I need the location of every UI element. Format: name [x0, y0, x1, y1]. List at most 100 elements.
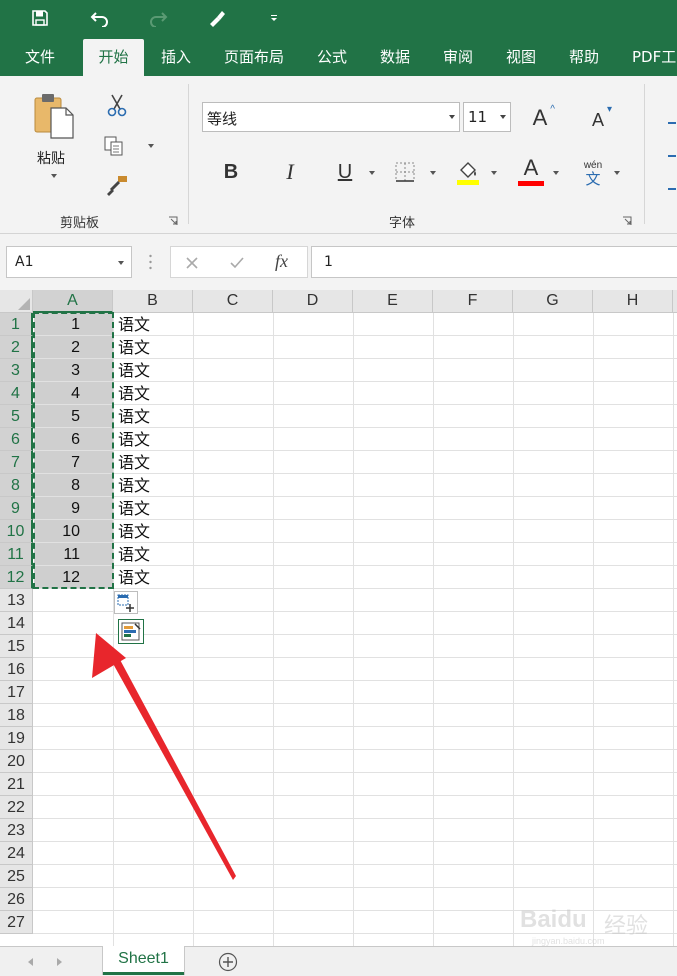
row-header-5[interactable]: 5: [0, 405, 33, 428]
tab-formulas[interactable]: 公式: [308, 39, 356, 76]
shrink-font-button[interactable]: A ▾: [584, 104, 612, 132]
cell-b3[interactable]: 语文: [118, 359, 150, 382]
row-header-25[interactable]: 25: [0, 865, 33, 888]
row-header-7[interactable]: 7: [0, 451, 33, 474]
phonetic-guide-button[interactable]: wén 文: [578, 158, 608, 188]
cell-b8[interactable]: 语文: [118, 474, 150, 497]
tab-help[interactable]: 帮助: [560, 39, 608, 76]
worksheet-grid[interactable]: A B C D E F G H 1 2 3 4 5 6 7 8 9 10 11 12 13 14 15 16 17 18 19 20 2…: [0, 290, 677, 946]
tab-insert[interactable]: 插入: [152, 39, 200, 76]
italic-button[interactable]: I: [277, 158, 303, 186]
cell-b1[interactable]: 语文: [118, 313, 150, 336]
row-header-15[interactable]: 15: [0, 635, 33, 658]
format-painter-icon[interactable]: [104, 172, 130, 198]
phonetic-dropdown-icon[interactable]: [614, 171, 620, 175]
font-color-dropdown-icon[interactable]: [553, 171, 559, 175]
fill-color-dropdown-icon[interactable]: [491, 171, 497, 175]
cell-b10[interactable]: 语文: [118, 520, 150, 543]
copy-icon[interactable]: [100, 134, 128, 158]
row-header-4[interactable]: 4: [0, 382, 33, 405]
cell-b6[interactable]: 语文: [118, 428, 150, 451]
row-header-16[interactable]: 16: [0, 658, 33, 681]
fill-color-icon[interactable]: [455, 158, 481, 186]
column-header-a[interactable]: A: [33, 290, 113, 313]
row-header-27[interactable]: 27: [0, 911, 33, 934]
cell-b5[interactable]: 语文: [118, 405, 150, 428]
save-icon[interactable]: [26, 4, 54, 32]
sheet-tab-sheet1[interactable]: Sheet1: [103, 946, 184, 975]
formula-input[interactable]: 1: [311, 246, 677, 278]
column-header-f[interactable]: F: [433, 290, 513, 313]
tab-file[interactable]: 文件: [16, 39, 64, 76]
cell-b7[interactable]: 语文: [118, 451, 150, 474]
font-size-dropdown-icon[interactable]: [500, 115, 506, 119]
paste-icon[interactable]: [28, 90, 80, 142]
row-header-19[interactable]: 19: [0, 727, 33, 750]
tab-review[interactable]: 审阅: [434, 39, 482, 76]
tab-page-layout[interactable]: 页面布局: [215, 39, 293, 76]
tab-data[interactable]: 数据: [371, 39, 419, 76]
touch-mode-icon[interactable]: [203, 4, 231, 32]
row-header-26[interactable]: 26: [0, 888, 33, 911]
font-name-combo[interactable]: 等线: [202, 102, 460, 132]
row-header-23[interactable]: 23: [0, 819, 33, 842]
row-header-18[interactable]: 18: [0, 704, 33, 727]
tab-pdf-tools[interactable]: PDF工: [624, 39, 677, 76]
copy-dropdown-icon[interactable]: [148, 144, 154, 148]
font-launcher-icon[interactable]: [622, 216, 632, 226]
font-size-combo[interactable]: 11: [463, 102, 511, 132]
borders-dropdown-icon[interactable]: [430, 171, 436, 175]
paste-options-button[interactable]: [114, 591, 138, 614]
row-header-10[interactable]: 10: [0, 520, 33, 543]
cell-b2[interactable]: 语文: [118, 336, 150, 359]
grow-font-button[interactable]: A ^: [525, 104, 555, 132]
prev-sheet-icon[interactable]: [28, 958, 33, 966]
row-header-9[interactable]: 9: [0, 497, 33, 520]
cell-b4[interactable]: 语文: [118, 382, 150, 405]
customize-dropdown-icon[interactable]: [262, 4, 286, 32]
column-header-d[interactable]: D: [273, 290, 353, 313]
row-header-14[interactable]: 14: [0, 612, 33, 635]
insert-function-icon[interactable]: fx: [275, 251, 288, 272]
font-name-dropdown-icon[interactable]: [449, 115, 455, 119]
row-header-13[interactable]: 13: [0, 589, 33, 612]
column-header-c[interactable]: C: [193, 290, 273, 313]
underline-button[interactable]: U: [332, 158, 358, 186]
quick-analysis-button[interactable]: [118, 619, 144, 644]
borders-icon[interactable]: [393, 160, 417, 184]
formula-bar-grip-icon[interactable]: [149, 254, 152, 270]
cell-b12[interactable]: 语文: [118, 566, 150, 589]
column-header-e[interactable]: E: [353, 290, 433, 313]
next-sheet-icon[interactable]: [57, 958, 62, 966]
cell-b11[interactable]: 语文: [118, 543, 150, 566]
row-header-24[interactable]: 24: [0, 842, 33, 865]
row-header-2[interactable]: 2: [0, 336, 33, 359]
name-box[interactable]: A1: [6, 246, 132, 278]
row-header-12[interactable]: 12: [0, 566, 33, 589]
alignment-group-partial[interactable]: [666, 106, 677, 206]
font-color-button[interactable]: A: [517, 156, 545, 186]
row-header-20[interactable]: 20: [0, 750, 33, 773]
paste-label[interactable]: 粘贴: [37, 148, 65, 168]
cell-b9[interactable]: 语文: [118, 497, 150, 520]
tab-view[interactable]: 视图: [497, 39, 545, 76]
add-sheet-icon[interactable]: [218, 952, 238, 972]
paste-dropdown-icon[interactable]: [51, 174, 57, 178]
row-header-11[interactable]: 11: [0, 543, 33, 566]
underline-dropdown-icon[interactable]: [369, 171, 375, 175]
row-header-3[interactable]: 3: [0, 359, 33, 382]
column-header-partial[interactable]: [673, 290, 677, 313]
enter-check-icon[interactable]: [229, 256, 245, 270]
select-all-corner[interactable]: [0, 290, 33, 313]
name-box-dropdown-icon[interactable]: [118, 261, 124, 265]
row-header-17[interactable]: 17: [0, 681, 33, 704]
column-header-g[interactable]: G: [513, 290, 593, 313]
clipboard-launcher-icon[interactable]: [168, 216, 178, 226]
row-header-6[interactable]: 6: [0, 428, 33, 451]
row-header-21[interactable]: 21: [0, 773, 33, 796]
cut-icon[interactable]: [104, 92, 130, 118]
redo-icon[interactable]: [144, 4, 172, 32]
cancel-icon[interactable]: [185, 256, 199, 270]
column-header-h[interactable]: H: [593, 290, 673, 313]
undo-icon[interactable]: [86, 4, 114, 32]
